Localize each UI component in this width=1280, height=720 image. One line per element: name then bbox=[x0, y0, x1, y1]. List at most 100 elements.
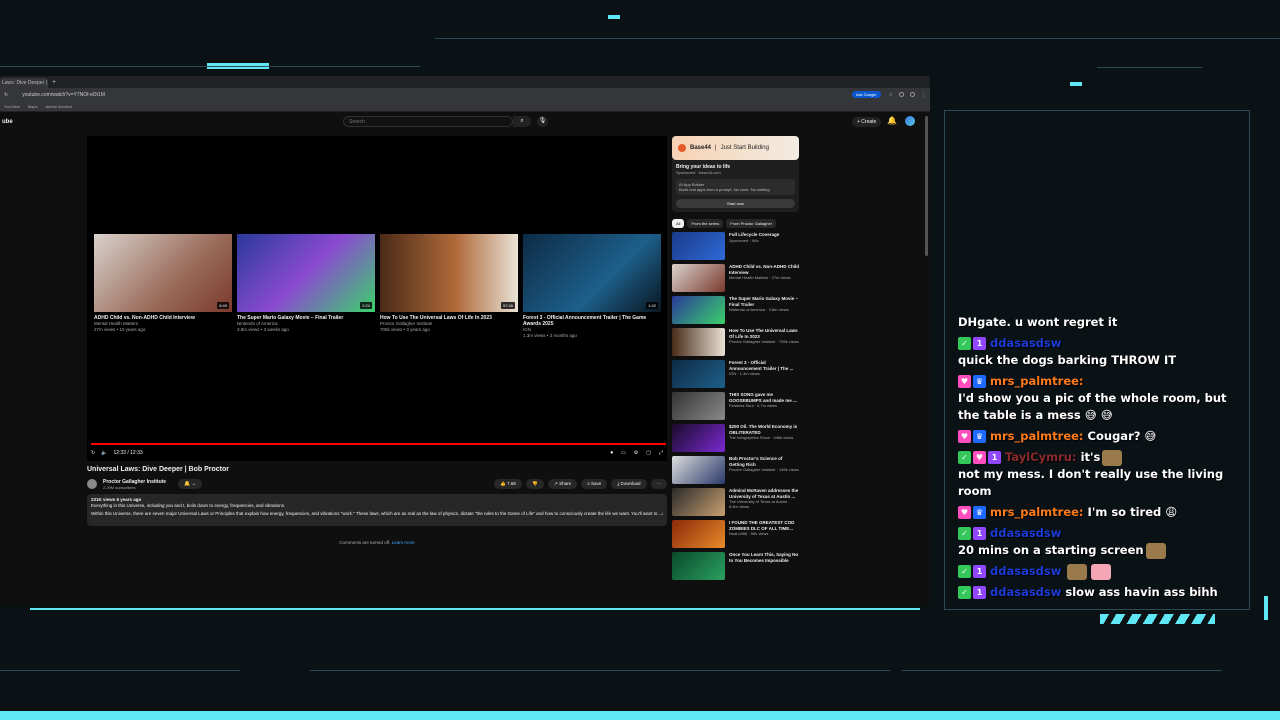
end-card-title[interactable]: Forest 3 - Official Announcement Trailer… bbox=[523, 315, 661, 327]
recommended-title[interactable]: Forest 3 - Official Announcement Trailer… bbox=[729, 360, 799, 371]
filter-chips: All From the series From Proctor Gallagh… bbox=[672, 219, 799, 228]
recommended-thumbnail[interactable] bbox=[672, 456, 725, 484]
recommended-video[interactable]: The Super Mario Galaxy Movie – Final Tra… bbox=[672, 296, 799, 324]
captions-icon[interactable]: ▭ bbox=[621, 450, 626, 456]
chat-text: quick the dogs barking THROW IT bbox=[958, 353, 1177, 367]
mic-icon[interactable]: 🎙 bbox=[537, 116, 548, 127]
description-box[interactable]: 231K views 6 years ago Everything in thi… bbox=[87, 494, 667, 526]
bookmark-acrobat[interactable]: Adobe Acrobat bbox=[46, 104, 72, 109]
theater-icon[interactable]: ▢ bbox=[646, 450, 651, 456]
search-icon[interactable]: ⌕ bbox=[513, 116, 531, 127]
end-card[interactable]: 2:24 The Super Mario Galaxy Movie – Final… bbox=[237, 234, 375, 339]
create-button[interactable]: + Create bbox=[852, 117, 882, 127]
recommended-video[interactable]: Forest 3 - Official Announcement Trailer… bbox=[672, 360, 799, 388]
chat-username[interactable]: mrs_palmtree: bbox=[990, 504, 1084, 521]
reload-icon[interactable]: ↻ bbox=[4, 92, 8, 98]
profile-icon[interactable] bbox=[910, 92, 915, 97]
progress-bar[interactable] bbox=[91, 443, 666, 445]
chip-all[interactable]: All bbox=[672, 219, 685, 228]
chat-username[interactable]: ddasasdsw bbox=[990, 563, 1061, 580]
settings-gear-icon[interactable]: ⚙ bbox=[634, 450, 638, 456]
ad-banner[interactable]: Base44 | Just Start Building bbox=[672, 136, 799, 160]
like-button[interactable]: 👍 7.6K bbox=[494, 479, 523, 489]
recommended-title[interactable]: The Super Mario Galaxy Movie – Final Tra… bbox=[729, 296, 799, 307]
chat-username[interactable]: TaylCymru: bbox=[1005, 449, 1077, 466]
end-card[interactable]: 8:49 ADHD Child vs. Non-ADHD Child Interv… bbox=[94, 234, 232, 339]
recommended-thumbnail[interactable] bbox=[672, 296, 725, 324]
url-field[interactable]: youtube.com/watch?v=Y7NOf-eDt1M bbox=[22, 92, 852, 98]
duration-badge: 57:46 bbox=[500, 302, 515, 309]
recommended-video[interactable]: Admiral McRaven addresses the University… bbox=[672, 488, 799, 516]
recommended-video[interactable]: How To Use The Universal Laws Of Life In… bbox=[672, 328, 799, 356]
recommended-video[interactable]: THIS SONG gave me GOOSEBUMPS and made me… bbox=[672, 392, 799, 420]
recommended-title[interactable]: How To Use The Universal Laws Of Life In… bbox=[729, 328, 799, 339]
extensions-icon[interactable] bbox=[899, 92, 904, 97]
chat-username[interactable]: ddasasdsw bbox=[990, 584, 1061, 601]
recommended-thumbnail[interactable] bbox=[672, 360, 725, 388]
autoplay-toggle[interactable]: ⏺ bbox=[611, 450, 614, 456]
channel-avatar[interactable] bbox=[87, 479, 97, 489]
ad-start-button[interactable]: Start now bbox=[676, 199, 795, 208]
share-label: Share bbox=[559, 481, 572, 486]
recommended-thumbnail[interactable] bbox=[672, 264, 725, 292]
recommended-thumbnail[interactable] bbox=[672, 328, 725, 356]
chip-series[interactable]: From the series bbox=[687, 219, 724, 228]
recommended-title[interactable]: Once You Learn This, Saying No to You Be… bbox=[729, 552, 799, 563]
recommended-thumbnail[interactable] bbox=[672, 488, 725, 516]
menu-icon[interactable]: ⋮ bbox=[921, 92, 926, 98]
scrollbar[interactable] bbox=[925, 116, 928, 256]
end-card[interactable]: 1:42 Forest 3 - Official Announcement Tra… bbox=[523, 234, 661, 339]
recommended-video[interactable]: Bob Proctor's Science of Getting Rich Pro… bbox=[672, 456, 799, 484]
replay-icon[interactable]: ↻ bbox=[91, 450, 95, 456]
recommended-video[interactable]: Once You Learn This, Saying No to You Be… bbox=[672, 552, 799, 580]
recommended-video[interactable]: I FOUND THE GREATEST COD ZOMBIES DLC OF … bbox=[672, 520, 799, 548]
more-actions-icon[interactable]: ⋯ bbox=[650, 479, 667, 489]
recommended-video[interactable]: ADHD Child vs. Non-ADHD Child Interview M… bbox=[672, 264, 799, 292]
ask-google-button[interactable]: Ask Google bbox=[851, 91, 881, 98]
recommended-title[interactable]: ADHD Child vs. Non-ADHD Child Interview bbox=[729, 264, 799, 275]
account-avatar[interactable] bbox=[905, 116, 915, 126]
new-tab-button[interactable]: + bbox=[52, 79, 56, 86]
dislike-button[interactable]: 👎 bbox=[526, 479, 545, 489]
chat-username[interactable]: ddasasdsw bbox=[990, 335, 1061, 352]
recommended-title[interactable]: I FOUND THE GREATEST COD ZOMBIES DLC OF … bbox=[729, 520, 799, 531]
search-input[interactable]: Search bbox=[343, 116, 513, 127]
recommended-video[interactable]: Full Lifecycle Coverage Sponsored · Wiz bbox=[672, 232, 799, 260]
recommended-thumbnail[interactable] bbox=[672, 232, 725, 260]
recommended-thumbnail[interactable] bbox=[672, 552, 725, 580]
chat-username[interactable]: mrs_palmtree: bbox=[990, 373, 1084, 390]
end-card-thumbnail[interactable]: 1:42 bbox=[523, 234, 661, 312]
end-card[interactable]: 57:46 How To Use The Universal Laws Of Li… bbox=[380, 234, 518, 339]
download-button[interactable]: ⤓ Download bbox=[611, 479, 647, 489]
video-player[interactable]: 8:49 ADHD Child vs. Non-ADHD Child Interv… bbox=[87, 136, 667, 461]
recommended-thumbnail[interactable] bbox=[672, 392, 725, 420]
save-button[interactable]: ≡ Save bbox=[581, 479, 608, 489]
recommended-thumbnail[interactable] bbox=[672, 520, 725, 548]
channel-name[interactable]: Proctor Gallagher Institute bbox=[103, 479, 166, 485]
recommended-title[interactable]: $200 Oil. The World Economy is OBLITERAT… bbox=[729, 424, 799, 435]
recommended-info: Forest 3 - Official Announcement Trailer… bbox=[729, 360, 799, 388]
recommended-video[interactable]: $200 Oil. The World Economy is OBLITERAT… bbox=[672, 424, 799, 452]
chip-channel[interactable]: From Proctor Gallagher bbox=[726, 219, 777, 228]
recommended-title[interactable]: Bob Proctor's Science of Getting Rich bbox=[729, 456, 799, 467]
volume-icon[interactable]: 🔈 bbox=[101, 450, 107, 456]
end-card-thumbnail[interactable]: 2:24 bbox=[237, 234, 375, 312]
recommended-title[interactable]: Admiral McRaven addresses the University… bbox=[729, 488, 799, 499]
bookmark-youtube[interactable]: YouTube bbox=[4, 104, 20, 109]
recommended-title[interactable]: Full Lifecycle Coverage bbox=[729, 232, 779, 238]
bookmark-star-icon[interactable]: ☆ bbox=[889, 92, 893, 98]
recommended-thumbnail[interactable] bbox=[672, 424, 725, 452]
fullscreen-icon[interactable]: ⤢ bbox=[659, 450, 663, 456]
learn-more-link[interactable]: Learn more bbox=[392, 540, 415, 545]
bookmark-maps[interactable]: Maps bbox=[28, 104, 38, 109]
end-card-thumbnail[interactable]: 8:49 bbox=[94, 234, 232, 312]
share-button[interactable]: ↗ Share bbox=[548, 479, 578, 489]
chat-username[interactable]: ddasasdsw bbox=[990, 525, 1061, 542]
browser-tab[interactable]: Laws: Dive Deeper | bbox=[0, 78, 48, 88]
chat-username[interactable]: mrs_palmtree: bbox=[990, 428, 1084, 445]
recommended-title[interactable]: THIS SONG gave me GOOSEBUMPS and made me… bbox=[729, 392, 799, 403]
subscribed-bell-button[interactable]: 🔔 ⌄ bbox=[178, 479, 202, 489]
end-card-thumbnail[interactable]: 57:46 bbox=[380, 234, 518, 312]
notifications-bell-icon[interactable]: 🔔 bbox=[887, 116, 897, 125]
youtube-logo[interactable]: ube bbox=[2, 119, 13, 125]
